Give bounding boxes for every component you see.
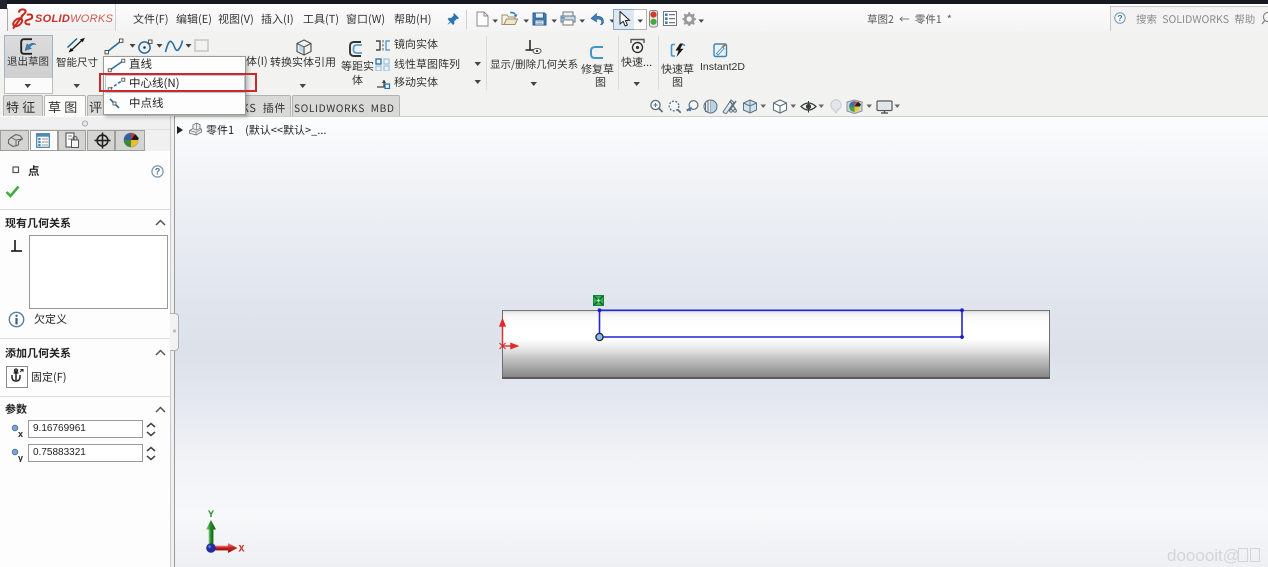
svg-text:?: ?: [1117, 13, 1122, 23]
svg-text:y: y: [18, 453, 23, 462]
svg-text:?: ?: [155, 167, 161, 177]
svg-text:X: X: [239, 544, 245, 555]
svg-text:x: x: [18, 429, 23, 438]
svg-text:Y: Y: [208, 510, 214, 521]
